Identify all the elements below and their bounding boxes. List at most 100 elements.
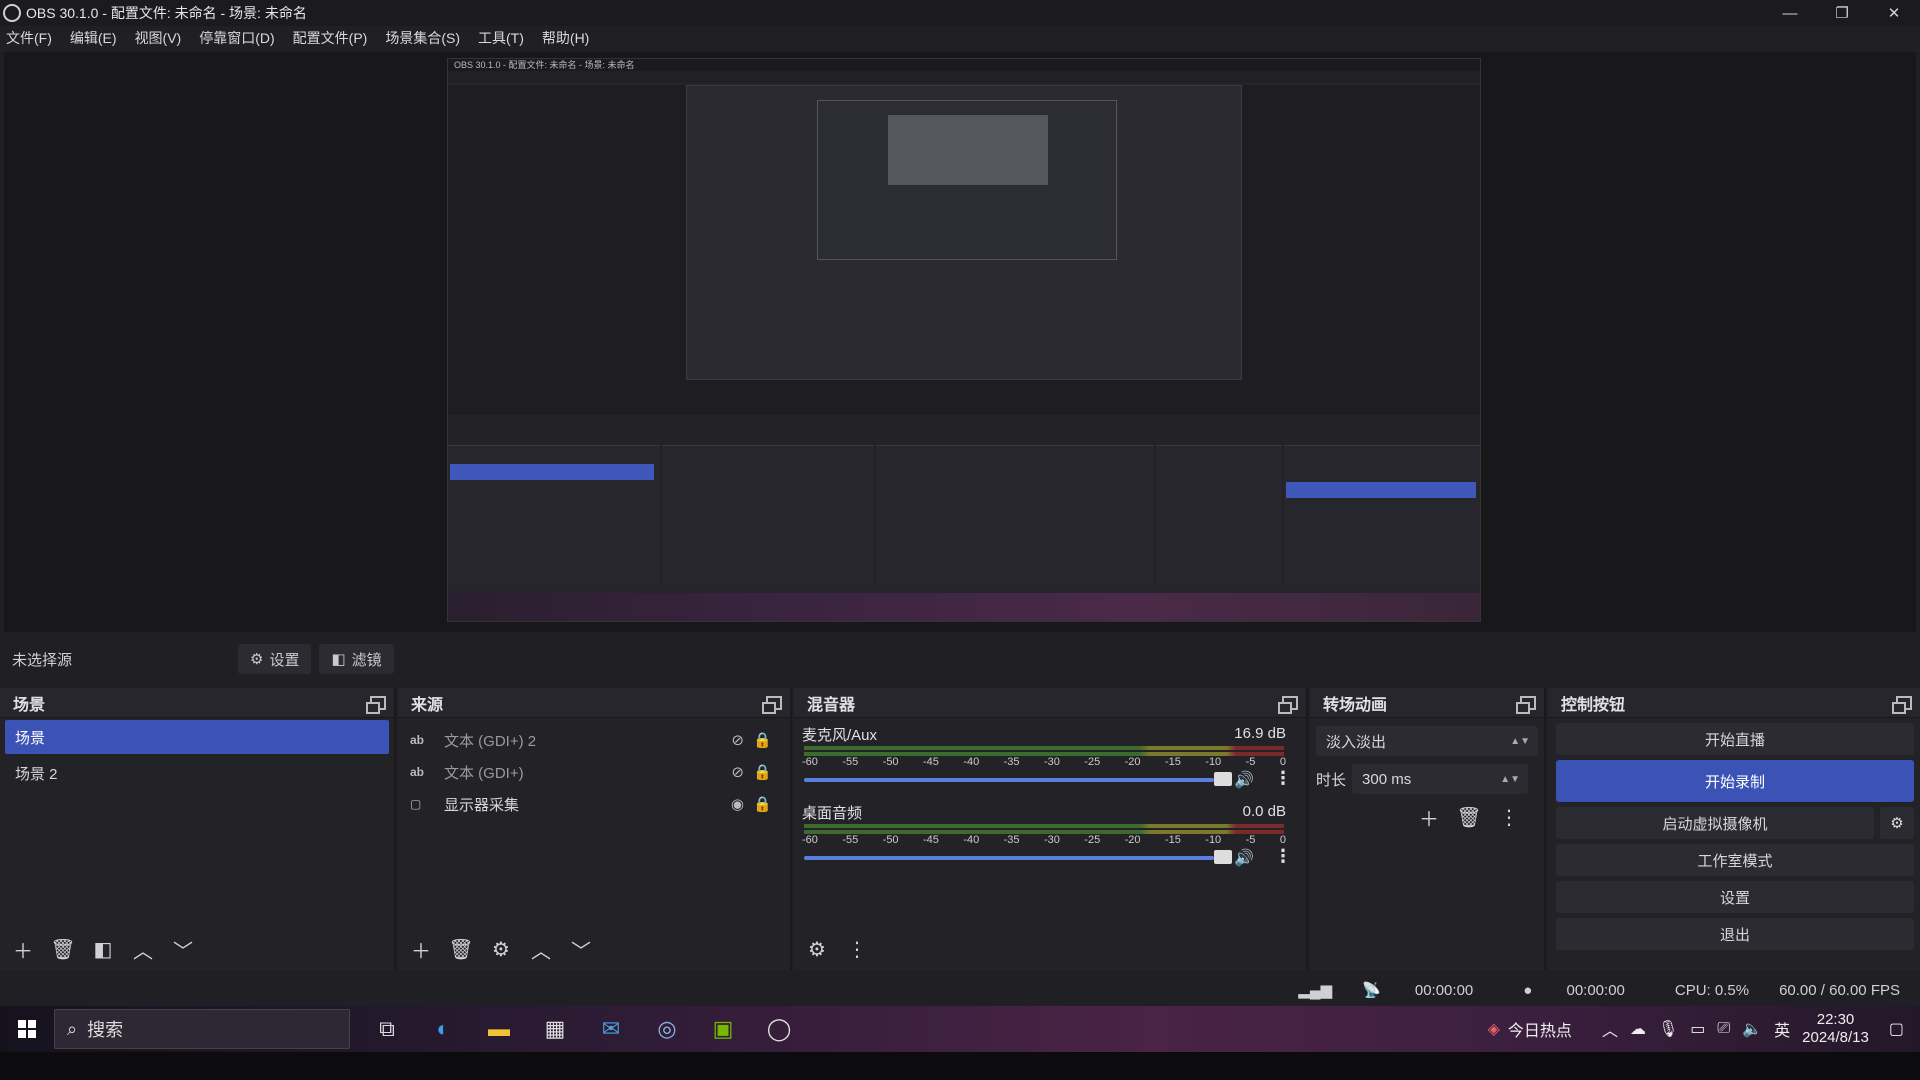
mixer-dock-title: 混音器 <box>807 696 856 714</box>
meter-ticks: -60 -55 -50 -45 -40 -35 -30 -25 -20 -15 -10 -5 0 <box>802 834 1286 846</box>
menu-docks[interactable]: 停靠窗口(D) <box>199 28 274 48</box>
undock-icon[interactable] <box>366 695 386 714</box>
volume-icon[interactable]: 🔈 <box>1742 1019 1762 1039</box>
minimize-button[interactable]: — <box>1764 0 1816 26</box>
menu-tools[interactable]: 工具(T) <box>478 28 524 48</box>
menu-file[interactable]: 文件(F) <box>6 28 52 48</box>
text-source-icon: ab <box>410 733 425 747</box>
transition-menu-button[interactable]: ⋮ <box>1494 802 1524 832</box>
mixer-channel: 桌面音频 0.0 dB -60 -55 -50 -45 -40 -35 -30 -25 -20-… <box>794 796 1306 874</box>
menu-profile[interactable]: 配置文件(P) <box>293 28 368 48</box>
chevron-up-icon[interactable]: ︿ <box>1602 1017 1618 1041</box>
edge-browser-icon[interactable]: ◐ <box>424 1010 462 1048</box>
undock-icon[interactable] <box>1892 695 1912 714</box>
preview-selected-scene <box>450 464 654 480</box>
scenes-dock: 场景 场景 场景 2 ＋ 🗑 ◧ ︿ ﹀ <box>0 688 396 970</box>
menu-scene-collection[interactable]: 场景集合(S) <box>385 28 460 48</box>
duration-value: 300 ms <box>1362 770 1412 788</box>
obs-logo-icon <box>3 4 21 22</box>
volume-slider-handle[interactable] <box>1214 850 1232 864</box>
duration-input[interactable]: 300 ms ▲▼ <box>1352 764 1529 794</box>
task-view-icon[interactable]: ⧉ <box>368 1010 406 1048</box>
close-button[interactable]: ✕ <box>1868 0 1920 26</box>
add-scene-button[interactable]: ＋ <box>8 934 38 964</box>
microsoft-store-icon[interactable]: ▦ <box>536 1010 574 1048</box>
news-label[interactable]: 今日热点 <box>1508 1017 1572 1041</box>
scene-filters-button[interactable]: ◧ <box>88 934 118 964</box>
add-transition-button[interactable]: ＋ <box>1414 802 1444 832</box>
scenes-dock-title: 场景 <box>13 696 46 714</box>
preview-controls-dock <box>1284 445 1480 585</box>
lock-icon[interactable]: 🔒 <box>753 763 772 781</box>
more-options-icon[interactable]: ⋮ <box>1274 768 1292 789</box>
mixer-menu-button[interactable]: ⋮ <box>842 934 872 964</box>
controls-dock-title: 控制按钮 <box>1561 696 1626 714</box>
signal-icon: ▂▄▆ <box>1298 982 1332 999</box>
mixer-dock: 混音器 麦克风/Aux 16.9 dB -60 -55 -50 -45 -40 -35 -3… <box>794 688 1308 970</box>
remove-scene-button[interactable]: 🗑 <box>48 934 78 964</box>
source-item[interactable]: ab 文本 (GDI+) ⊘ 🔒 <box>398 756 790 788</box>
mail-icon[interactable]: ✉ <box>592 1010 630 1048</box>
source-properties-button[interactable]: ⚙ <box>486 934 516 964</box>
source-settings-button[interactable]: ⚙ 设置 <box>238 644 312 674</box>
move-up-button[interactable]: ︿ <box>128 934 158 964</box>
file-explorer-icon[interactable]: ▬ <box>480 1010 518 1048</box>
filter-icon: ◧ <box>331 651 346 668</box>
windows-start-icon[interactable] <box>18 1020 36 1038</box>
undock-icon[interactable] <box>762 695 782 714</box>
move-down-button[interactable]: ﹀ <box>566 934 596 964</box>
undock-icon[interactable] <box>1516 695 1536 714</box>
menu-edit[interactable]: 编辑(E) <box>70 28 117 48</box>
studio-mode-button[interactable]: 工作室模式 <box>1556 844 1914 876</box>
menu-view[interactable]: 视图(V) <box>135 28 182 48</box>
battery-icon[interactable]: ▭ <box>1690 1019 1705 1039</box>
taskbar-search[interactable]: ⌕ 搜索 <box>54 1009 350 1049</box>
remove-transition-button[interactable]: 🗑 <box>1454 802 1484 832</box>
undock-icon[interactable] <box>1278 695 1298 714</box>
virtual-camera-button[interactable]: 启动虚拟摄像机 ⚙ <box>1556 807 1914 839</box>
search-icon: ⌕ <box>67 1018 78 1039</box>
microphone-icon[interactable]: 🎙 <box>1658 1019 1678 1039</box>
source-item[interactable]: ▢ 显示器采集 ◉ 🔒 <box>398 788 790 820</box>
menu-help[interactable]: 帮助(H) <box>542 28 589 48</box>
move-down-button[interactable]: ﹀ <box>168 934 198 964</box>
start-recording-button[interactable]: 开始录制 <box>1556 760 1914 802</box>
advanced-audio-button[interactable]: ⚙ <box>802 934 832 964</box>
lock-icon[interactable]: 🔒 <box>753 731 772 749</box>
eye-icon[interactable]: ◉ <box>731 795 744 813</box>
steam-icon[interactable]: ◎ <box>648 1010 686 1048</box>
scene-item[interactable]: 场景 2 <box>5 756 389 790</box>
speaker-icon[interactable]: 🔊 <box>1234 848 1254 868</box>
volume-slider[interactable] <box>804 856 1214 860</box>
transition-select[interactable]: 淡入淡出 ▲▼ <box>1316 726 1538 756</box>
move-up-button[interactable]: ︿ <box>526 934 556 964</box>
obs-taskbar-icon[interactable]: ◯ <box>760 1010 798 1048</box>
virtual-camera-settings-gear-icon[interactable]: ⚙ <box>1880 807 1914 839</box>
preview-area[interactable]: OBS 30.1.0 - 配置文件: 未命名 - 场景: 未命名 <box>4 52 1916 632</box>
preview-taskbar <box>448 593 1480 621</box>
remove-source-button[interactable]: 🗑 <box>446 934 476 964</box>
system-tray: ◈ 今日热点 ︿ ☁ 🎙 ▭ ⎚ 🔈 英 22:30 2024/8/13 ▢ <box>1488 1006 1920 1052</box>
lock-icon[interactable]: 🔒 <box>753 795 772 813</box>
start-streaming-button[interactable]: 开始直播 <box>1556 723 1914 755</box>
hidden-eye-icon[interactable]: ⊘ <box>731 731 744 749</box>
volume-slider-handle[interactable] <box>1214 772 1232 786</box>
scene-item[interactable]: 场景 <box>5 720 389 754</box>
nvidia-icon[interactable]: ▣ <box>704 1010 742 1048</box>
cloud-icon[interactable]: ☁ <box>1630 1019 1646 1039</box>
speaker-icon[interactable]: 🔊 <box>1234 770 1254 790</box>
source-filters-button[interactable]: ◧ 滤镜 <box>319 644 394 674</box>
source-toolbar: 未选择源 ⚙ 设置 ◧ 滤镜 <box>0 640 1920 678</box>
notification-icon[interactable]: ▢ <box>1889 1019 1904 1039</box>
clock[interactable]: 22:30 2024/8/13 <box>1802 1011 1869 1047</box>
ime-indicator[interactable]: 英 <box>1774 1017 1790 1041</box>
source-item[interactable]: ab 文本 (GDI+) 2 ⊘ 🔒 <box>398 724 790 756</box>
settings-button[interactable]: 设置 <box>1556 881 1914 913</box>
add-source-button[interactable]: ＋ <box>406 934 436 964</box>
hidden-eye-icon[interactable]: ⊘ <box>731 763 744 781</box>
maximize-button[interactable]: ❐ <box>1816 0 1868 26</box>
more-options-icon[interactable]: ⋮ <box>1274 846 1292 867</box>
volume-slider[interactable] <box>804 778 1214 782</box>
network-icon[interactable]: ⎚ <box>1717 1020 1730 1038</box>
exit-button[interactable]: 退出 <box>1556 918 1914 950</box>
